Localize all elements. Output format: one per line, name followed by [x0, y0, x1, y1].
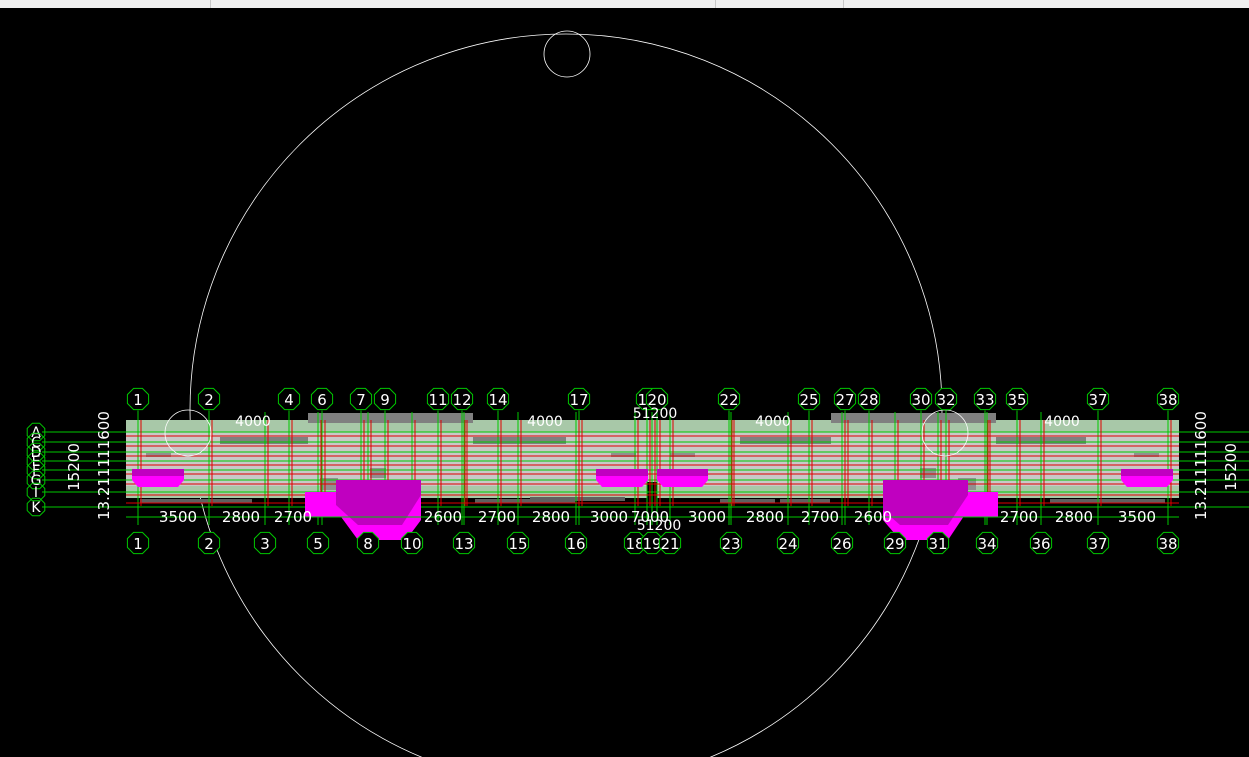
top-dimension: 4000: [755, 414, 791, 430]
top-dimension: 4000: [1044, 414, 1080, 430]
axis-label: 10: [402, 535, 421, 553]
axis-label: 38: [1158, 391, 1177, 409]
bottom-dimension: 2800: [1055, 508, 1093, 526]
axis-label: 26: [832, 535, 851, 553]
bottom-dimension: 3500: [1118, 508, 1156, 526]
axis-label: 27: [835, 391, 854, 409]
axis-label: 29: [885, 535, 904, 553]
toolbar-segment: [0, 0, 211, 8]
axis-label: 1: [133, 391, 143, 409]
axis-label: 25: [799, 391, 818, 409]
axis-label: 35: [1007, 391, 1026, 409]
axis-label: 28: [859, 391, 878, 409]
axis-label: 32: [936, 391, 955, 409]
axis-label: 9: [380, 391, 390, 409]
left-stack-dim: 13.2111: [95, 458, 113, 520]
right-partial-dim: 11600: [1192, 411, 1210, 459]
axis-label: 4: [284, 391, 294, 409]
view-range-circle: [189, 33, 943, 757]
top-dimension: 51200: [633, 406, 678, 422]
bottom-dimension: 2700: [274, 508, 312, 526]
axis-label: 3: [260, 535, 270, 553]
bottom-axis-bubbles: 1 2 3 5 8 10 13 15 16 181921 23 24 26 29 31 34 36 37 38: [126, 531, 1180, 555]
top-dimension: 4000: [235, 414, 271, 430]
axis-label: 21: [660, 535, 679, 553]
axis-label: 36: [1031, 535, 1050, 553]
axis-label: 31: [928, 535, 947, 553]
axis-label: 2: [204, 391, 214, 409]
bottom-total-dim: 51200: [637, 518, 682, 534]
axis-label: 8: [363, 535, 373, 553]
stair-block-4: [1121, 469, 1173, 487]
bottom-dimension: 3000: [688, 508, 726, 526]
compass-circle[interactable]: [543, 30, 591, 78]
top-dimension: 4000: [527, 414, 563, 430]
axis-label: 23: [721, 535, 740, 553]
axis-label: 12: [452, 391, 471, 409]
axis-label: 15: [508, 535, 527, 553]
axis-label: 7: [356, 391, 366, 409]
axis-label: 11: [428, 391, 447, 409]
axis-label: 1: [133, 535, 143, 553]
toolbar-segment: [210, 0, 716, 8]
bottom-dimension: 2600: [854, 508, 892, 526]
axis-label: 22: [719, 391, 738, 409]
axis-label: 2: [204, 535, 214, 553]
right-stack-dim: 13.2111: [1192, 458, 1210, 520]
axis-label: 37: [1088, 391, 1107, 409]
bottom-dimension: 3500: [159, 508, 197, 526]
right-total-dim: 15200: [1222, 443, 1240, 491]
cad-drawing-canvas[interactable]: 12467911121417192022252728303233353738 1…: [0, 8, 1249, 757]
axis-label: 19: [642, 535, 661, 553]
bottom-dimension: 2800: [532, 508, 570, 526]
bottom-dimension: 2700: [478, 508, 516, 526]
toolbar-segment: [715, 0, 844, 8]
axis-label: 6: [317, 391, 327, 409]
axis-label: 14: [488, 391, 507, 409]
axis-label: 33: [975, 391, 994, 409]
axis-label: 13: [454, 535, 473, 553]
axis-label: 38: [1158, 535, 1177, 553]
bottom-dimension: 2700: [1000, 508, 1038, 526]
row-axis-label: K: [31, 500, 41, 516]
bottom-dimension: 2700: [801, 508, 839, 526]
left-partial-dim: 11600: [95, 411, 113, 459]
bottom-dimension: 3000: [590, 508, 628, 526]
bottom-dimension: 2600: [424, 508, 462, 526]
axis-label: 30: [911, 391, 930, 409]
bottom-dimension: 2800: [746, 508, 784, 526]
stair-block-3: [657, 469, 708, 487]
left-total-dim: 15200: [65, 443, 83, 491]
stair-block-2: [596, 469, 648, 487]
axis-label: 16: [566, 535, 585, 553]
axis-label: 34: [977, 535, 996, 553]
stair-block-1: [132, 469, 184, 487]
axis-label: 17: [569, 391, 588, 409]
bottom-dimension: 2800: [222, 508, 260, 526]
axis-label: 5: [313, 535, 323, 553]
axis-label: 24: [778, 535, 797, 553]
axis-label: 37: [1088, 535, 1107, 553]
window-top-strip: [0, 0, 1249, 8]
